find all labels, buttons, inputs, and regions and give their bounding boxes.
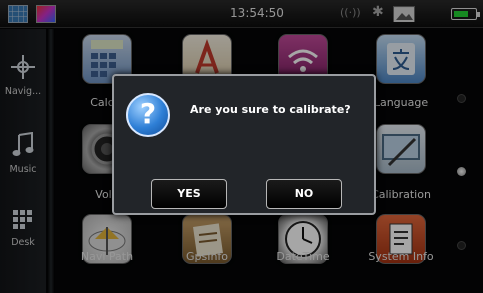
yes-button[interactable]: YES <box>151 179 227 209</box>
calibrate-confirm-dialog: ? Are you sure to calibrate? YES NO <box>112 74 376 215</box>
question-icon: ? <box>126 93 170 137</box>
dialog-message: Are you sure to calibrate? <box>190 103 351 116</box>
device-screen: 13:54:50 ((·)) ✱ Navig... Music Desk Cal… <box>0 0 483 293</box>
no-button[interactable]: NO <box>266 179 342 209</box>
